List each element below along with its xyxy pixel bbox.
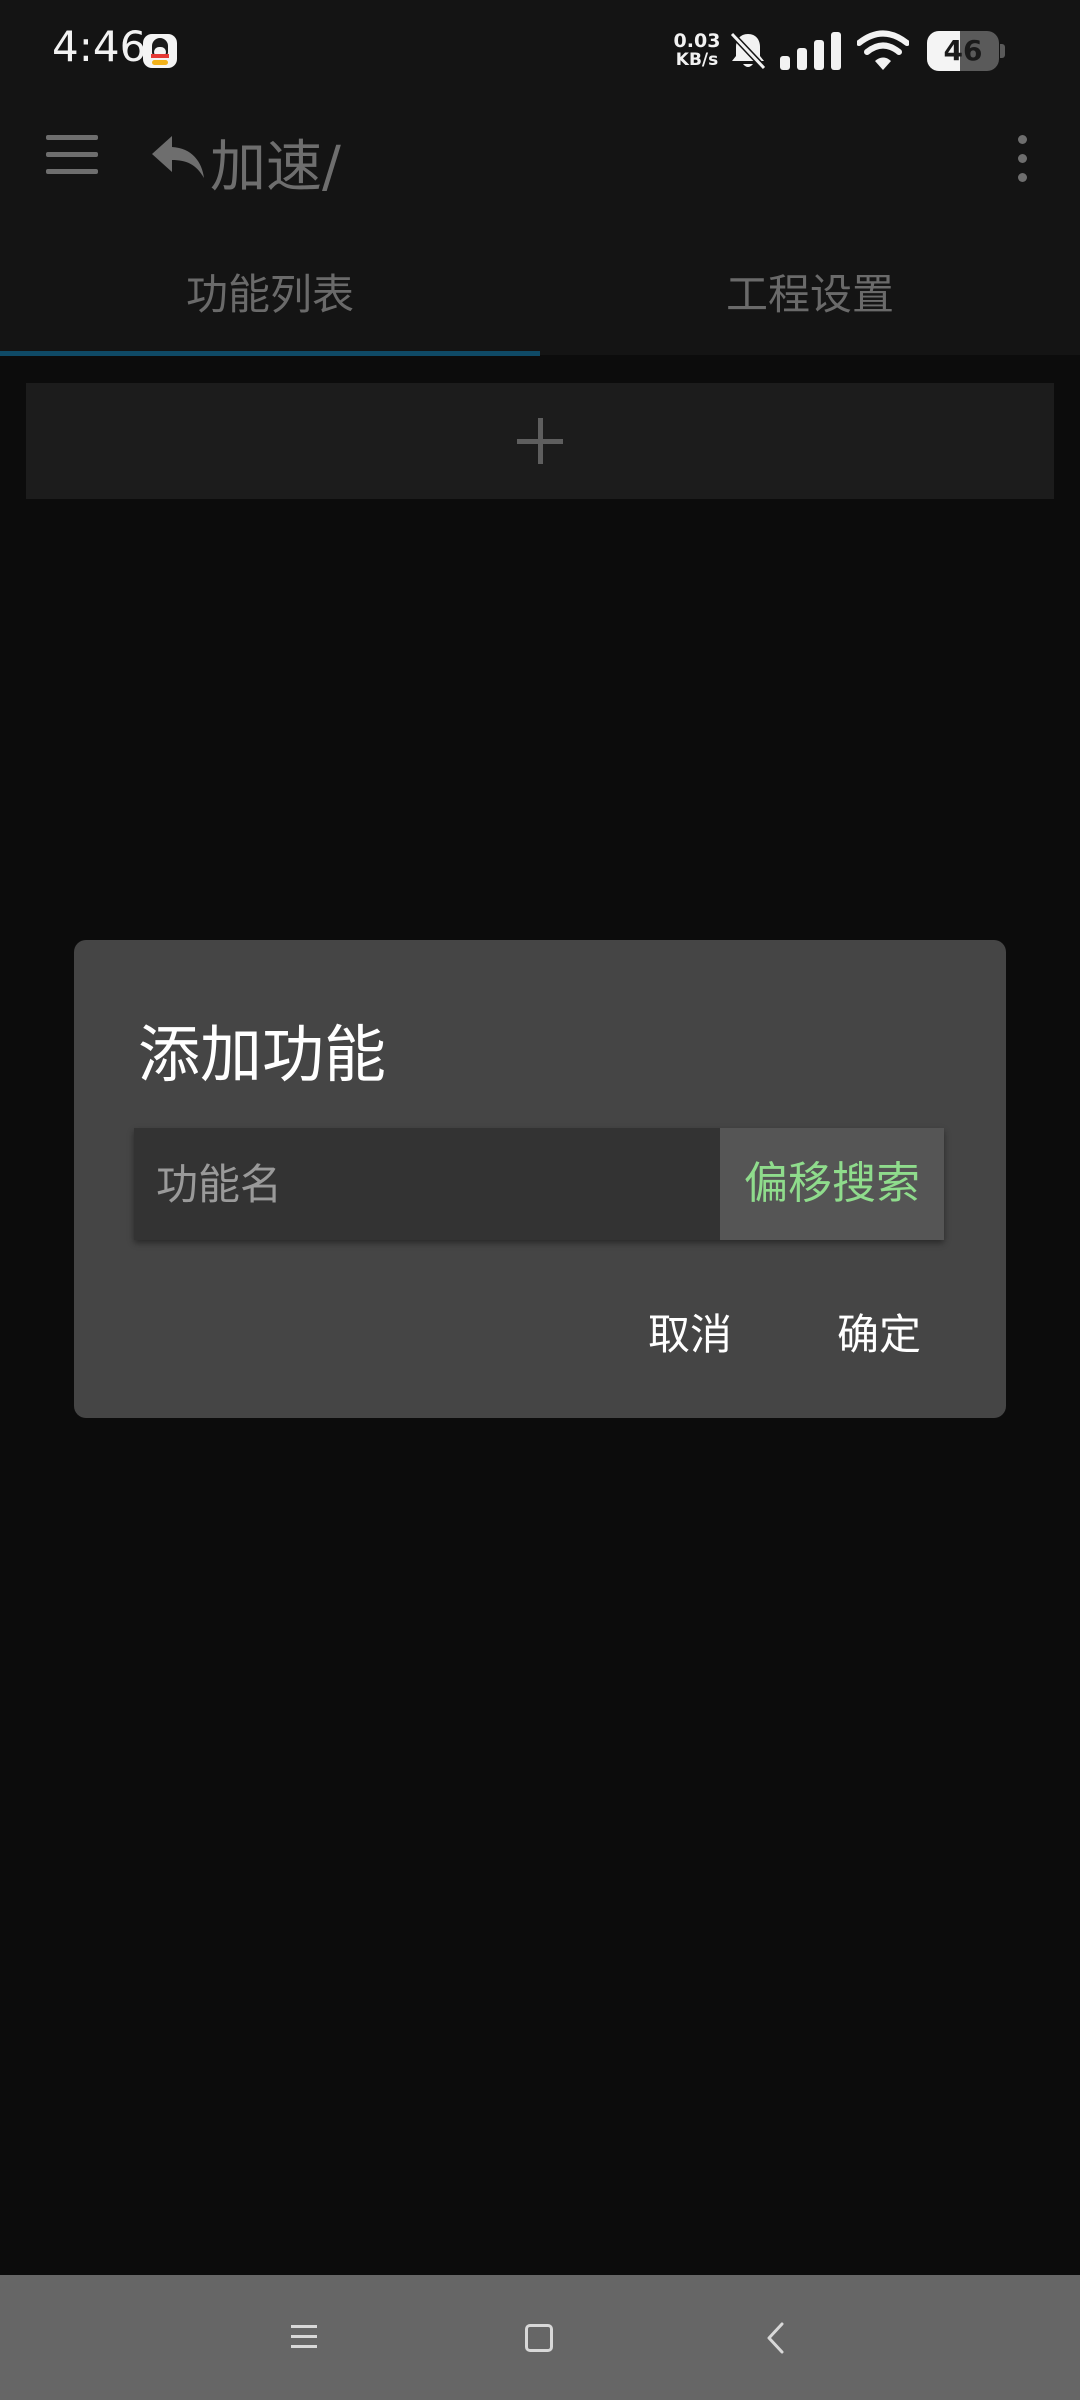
app-bar: 加速/ bbox=[0, 100, 1080, 215]
cellular-signal-icon bbox=[780, 32, 841, 70]
network-speed: 0.03 KB/s bbox=[669, 32, 725, 70]
screen: 4:46 0.03 KB/s 46 加速/ 功能列表 工程设置 添加功能 功能名… bbox=[0, 0, 1080, 2400]
page-title: 加速/ bbox=[210, 135, 341, 200]
network-speed-value: 0.03 bbox=[673, 30, 721, 52]
tab-bar: 功能列表 工程设置 bbox=[0, 215, 1080, 356]
cancel-button[interactable]: 取消 bbox=[648, 1300, 732, 1370]
function-name-row: 偏移搜索 bbox=[134, 1128, 944, 1240]
tab-indicator bbox=[0, 351, 540, 356]
reply-back-icon[interactable] bbox=[150, 132, 206, 182]
tab-project-settings[interactable]: 工程设置 bbox=[540, 215, 1080, 355]
battery-icon: 46 bbox=[927, 31, 1007, 71]
battery-level: 46 bbox=[943, 34, 983, 67]
status-time: 4:46 bbox=[52, 22, 147, 71]
wifi-icon bbox=[857, 30, 909, 70]
home-icon[interactable] bbox=[525, 2324, 553, 2352]
add-function-dialog: 添加功能 偏移搜索 取消 确定 bbox=[74, 940, 1006, 1418]
network-speed-unit: KB/s bbox=[675, 50, 719, 70]
add-function-button[interactable] bbox=[26, 383, 1054, 499]
qq-notification-icon bbox=[143, 34, 177, 68]
confirm-button[interactable]: 确定 bbox=[837, 1300, 921, 1370]
status-bar: 4:46 0.03 KB/s 46 bbox=[0, 0, 1080, 100]
offset-search-button[interactable]: 偏移搜索 bbox=[720, 1128, 944, 1240]
function-name-input[interactable] bbox=[134, 1128, 720, 1240]
system-nav-bar bbox=[0, 2275, 1080, 2400]
recent-apps-icon[interactable] bbox=[291, 2325, 317, 2349]
hamburger-menu-icon[interactable] bbox=[46, 135, 98, 175]
back-icon[interactable] bbox=[764, 2321, 786, 2355]
more-options-icon[interactable] bbox=[1014, 135, 1030, 185]
dialog-title: 添加功能 bbox=[138, 1018, 387, 1091]
tab-function-list[interactable]: 功能列表 bbox=[0, 215, 540, 355]
bell-muted-icon bbox=[729, 31, 767, 71]
